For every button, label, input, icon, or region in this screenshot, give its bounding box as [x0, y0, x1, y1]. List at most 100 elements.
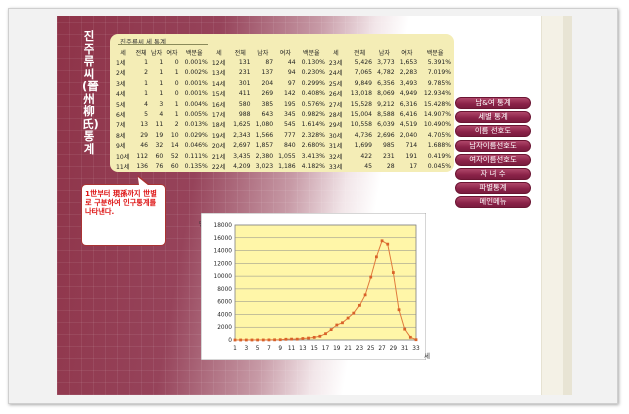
table-row: 9세 46 32 14 0.046% 20세 2,697 1,857 840 2.680% 31세 1…: [113, 141, 452, 151]
table-cell: 1,080: [255, 121, 274, 129]
table-cell: 231: [238, 69, 251, 77]
table-cell: 142: [283, 90, 296, 98]
data-point: [341, 321, 344, 325]
x-tick-label: 9: [278, 346, 282, 352]
table-cell: 988: [238, 111, 251, 119]
table-cell: 777: [283, 131, 296, 139]
table-cell: 22세: [211, 163, 226, 171]
table-cell: 6,039: [377, 121, 395, 129]
table-cell: 13,018: [350, 90, 373, 98]
table-cell: 28: [386, 162, 395, 170]
table-cell: 385: [261, 100, 274, 108]
table-cell: 3.413%: [301, 152, 325, 160]
table-cell: 10.490%: [423, 121, 451, 129]
table-cell: 33세: [328, 163, 343, 171]
y-tick-label: 10000: [214, 274, 233, 280]
data-point: [233, 338, 237, 342]
table-header-cell: 백분율: [426, 49, 444, 57]
menu-button-branch-stats[interactable]: 파별통계: [455, 182, 531, 195]
table-cell: 2: [144, 69, 148, 77]
table-cell: 2,697: [233, 142, 251, 150]
table-cell: 46: [140, 142, 148, 150]
table-cell: 0.002%: [184, 69, 208, 77]
table-cell: 137: [261, 69, 274, 77]
table-cell: 15세: [211, 91, 226, 99]
table-cell: 2세: [116, 70, 126, 78]
chart-x-label: 세: [424, 352, 430, 360]
menu-button-generation-stats[interactable]: 세별 통계: [455, 111, 531, 124]
table-row: 2세 2 1 1 0.002% 13세 231 137 94 0.230% 24세 7,065 4,78…: [113, 68, 452, 78]
table-header-cell: 여자: [166, 49, 178, 57]
table-cell: 0: [174, 59, 179, 67]
data-point: [290, 337, 293, 341]
data-point: [261, 338, 265, 342]
table-cell: 1,186: [278, 162, 296, 170]
table-cell: 3: [159, 100, 164, 108]
table-cell: 4,209: [233, 162, 251, 170]
table-cell: 94: [287, 69, 296, 77]
data-point: [408, 335, 412, 339]
table-cell: 0.130%: [301, 59, 325, 67]
x-tick-label: 1: [233, 346, 237, 352]
table-cell: 5.391%: [427, 59, 451, 67]
x-tick-label: 15: [310, 346, 318, 352]
table-cell: 0.046%: [184, 142, 208, 150]
plot-area: [234, 224, 417, 341]
table-cell: 87: [265, 59, 274, 67]
menu-button-main-menu[interactable]: 메인메뉴: [455, 196, 531, 209]
table-cell: 10: [170, 131, 179, 139]
table-cell: 27세: [328, 101, 343, 109]
table-header-cell: 전체: [234, 49, 246, 57]
table-cell: 1,699: [354, 142, 373, 150]
table-cell: 25세: [328, 80, 343, 88]
table-cell: 301: [238, 79, 251, 87]
table-row: 5세 4 3 1 0.004% 16세 580 385 195 0.576% 27세 15,528 9,…: [113, 99, 452, 109]
table-cell: 17: [409, 162, 418, 170]
x-tick-label: 33: [412, 346, 420, 352]
table-header-cell: 남자: [151, 49, 163, 57]
data-point: [414, 338, 418, 342]
table-cell: 0.001%: [184, 79, 208, 87]
table-cell: 11: [155, 121, 164, 129]
table-cell: 2,040: [399, 131, 418, 139]
table-cell: 44: [287, 59, 296, 67]
table-cell: 0: [174, 79, 179, 87]
data-point: [318, 334, 322, 338]
table-cell: 1: [159, 69, 164, 77]
table-cell: 18세: [211, 122, 226, 130]
table-cell: 4: [159, 111, 164, 119]
table-cell: 6,416: [399, 111, 418, 119]
table-cell: 0.004%: [184, 100, 208, 108]
table-cell: 16세: [211, 101, 226, 109]
menu-button-children-count[interactable]: 자 녀 수: [455, 167, 531, 180]
table-cell: 60: [170, 162, 179, 170]
table-header-cell: 남자: [257, 49, 269, 57]
table-cell: 7.019%: [427, 69, 451, 77]
x-tick-label: 21: [344, 346, 352, 352]
table-cell: 0.045%: [427, 162, 451, 170]
table-cell: 9.785%: [427, 79, 451, 87]
table-cell: 0.001%: [184, 59, 208, 67]
table-cell: 231: [382, 152, 395, 160]
table-cell: 4,949: [399, 90, 418, 98]
data-point: [250, 338, 254, 342]
table-cell: 30세: [328, 132, 343, 140]
menu-button-gender-stats[interactable]: 남&여 통계: [455, 97, 531, 109]
table-cell: 9,849: [354, 79, 373, 87]
table-cell: 31세: [328, 143, 343, 151]
table-cell: 3,023: [255, 162, 274, 170]
table-cell: 1: [159, 79, 164, 87]
data-point: [295, 337, 299, 341]
table-cell: 3,435: [233, 152, 251, 160]
data-point: [307, 336, 310, 340]
table-cell: 269: [261, 90, 274, 98]
y-tick-label: 12000: [214, 261, 233, 267]
menu-button-name-preference[interactable]: 이름 선호도: [455, 125, 531, 138]
table-cell: 0.419%: [427, 152, 451, 160]
table-cell: 643: [261, 111, 274, 119]
table-header-cell: 세: [120, 49, 126, 57]
table-cell: 0.982%: [301, 111, 325, 119]
table-cell: 6,356: [377, 79, 395, 87]
menu-button-female-name-preference[interactable]: 여자이름선호도: [455, 153, 531, 166]
menu-button-male-name-preference[interactable]: 남자이름선호도: [455, 139, 531, 152]
